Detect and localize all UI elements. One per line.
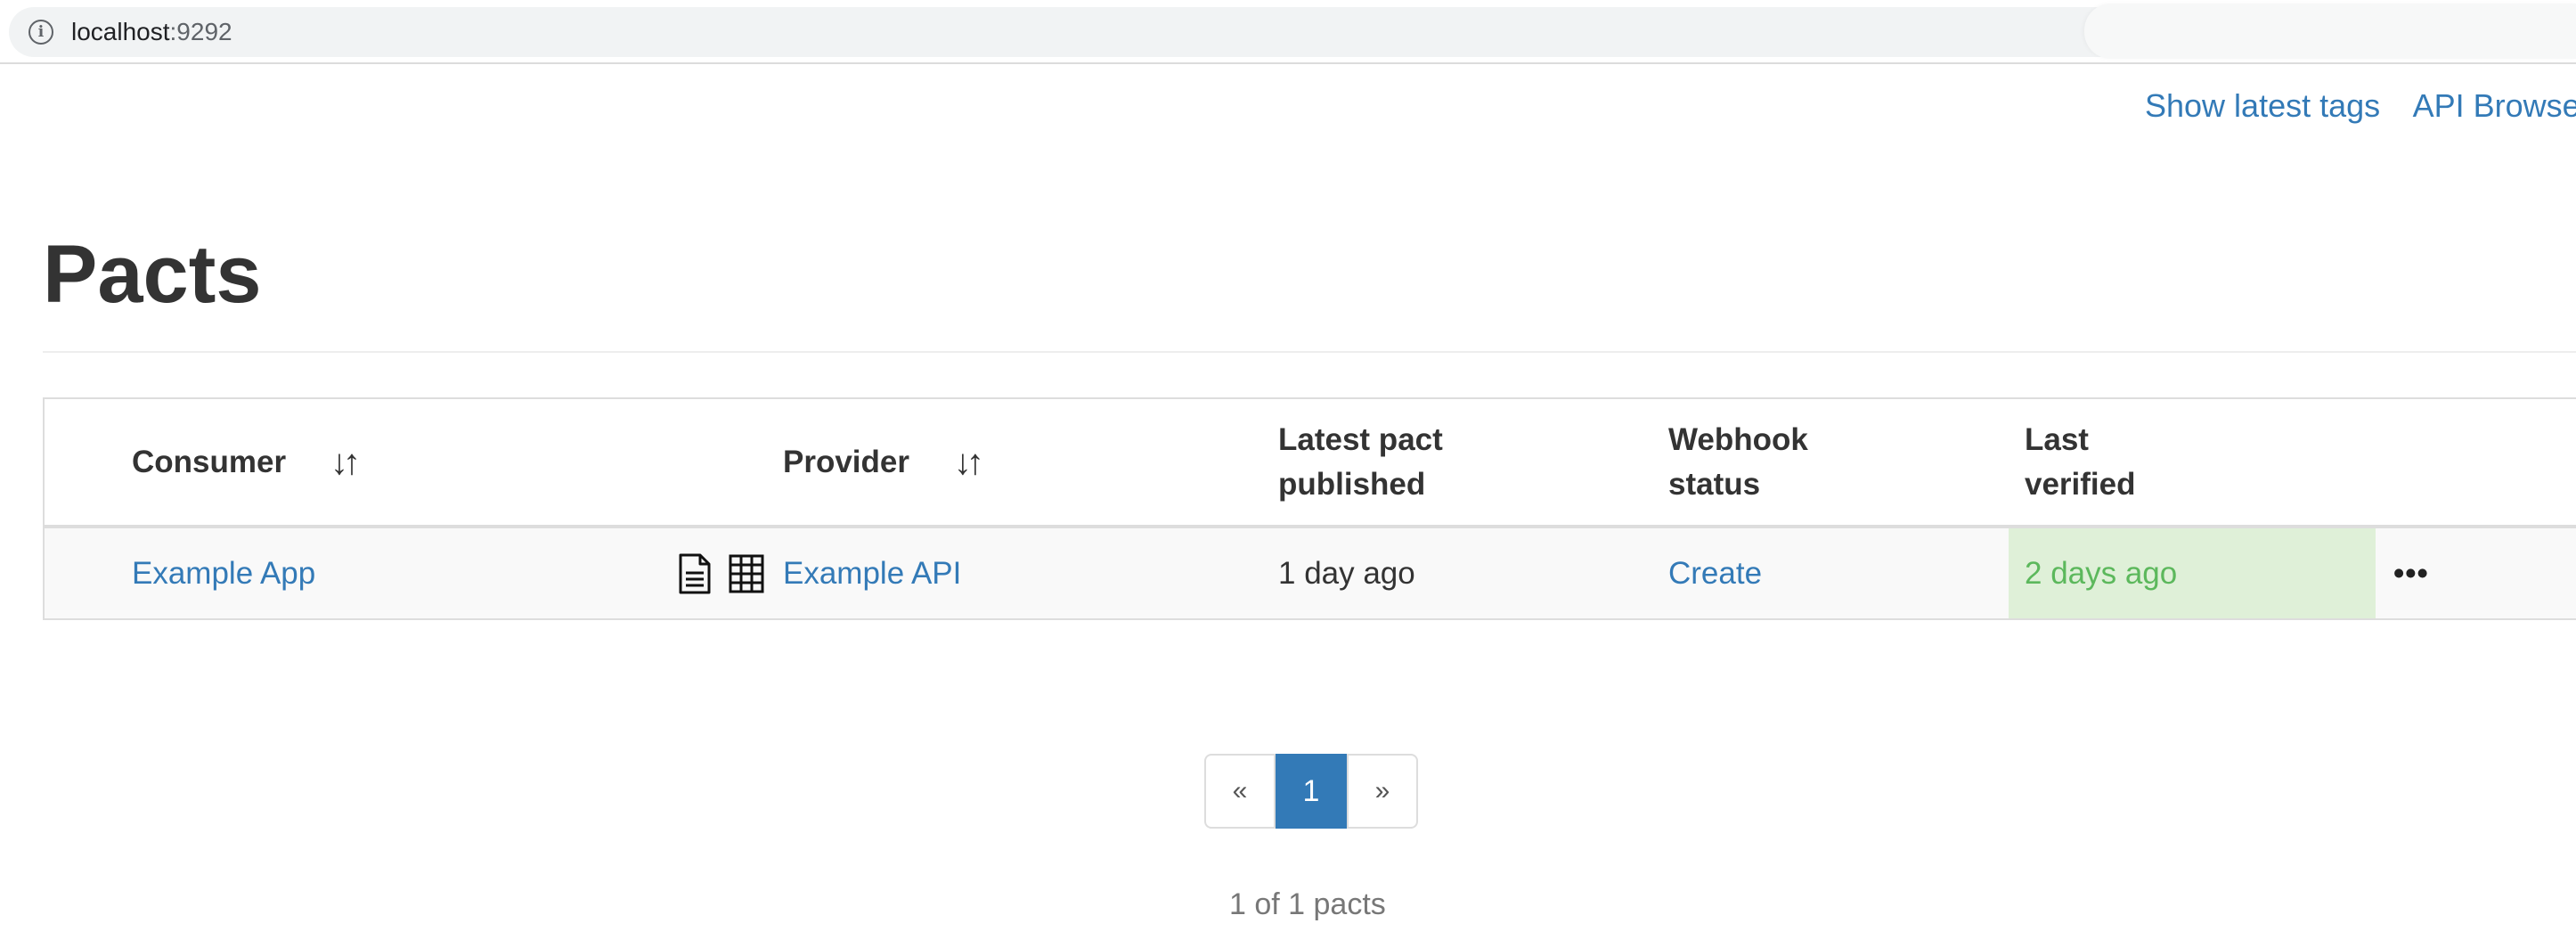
info-icon[interactable]: i — [29, 20, 53, 45]
table-header: Consumer ↓↑ Provider ↓↑ Latest pact publ… — [44, 398, 2576, 528]
pagination: « 1 » — [1204, 754, 1418, 829]
next-page-button[interactable]: » — [1347, 754, 1418, 829]
last-verified-cell[interactable]: 2 days ago — [2009, 527, 2376, 619]
header-latest-line1: Latest pact — [1278, 421, 1443, 457]
title-divider — [43, 351, 2576, 353]
table-body: Example App Example API 1 day ago Create… — [44, 527, 2576, 619]
document-icon[interactable] — [677, 553, 713, 594]
header-webhook-status: Webhook status — [1668, 398, 2009, 528]
page-title: Pacts — [43, 229, 262, 320]
show-latest-tags-link[interactable]: Show latest tags — [2145, 87, 2380, 124]
header-actions — [2376, 398, 2576, 528]
header-verified-line2: verified — [2025, 466, 2136, 502]
header-provider-label: Provider — [783, 444, 909, 479]
provider-link[interactable]: Example API — [783, 556, 961, 591]
matrix-icon[interactable] — [729, 554, 764, 593]
header-provider[interactable]: Provider ↓↑ — [783, 398, 1278, 528]
latest-published-cell: 1 day ago — [1278, 527, 1668, 619]
provider-cell: Example API — [783, 527, 1278, 619]
pact-icons — [677, 553, 764, 594]
header-row: Consumer ↓↑ Provider ↓↑ Latest pact publ… — [44, 398, 2576, 528]
top-navigation: Show latest tags API Browser — [2145, 87, 2576, 125]
url-port: :9292 — [169, 18, 232, 45]
header-consumer[interactable]: Consumer ↓↑ — [44, 398, 783, 528]
sort-icon[interactable]: ↓↑ — [330, 440, 361, 485]
url-host: localhost — [71, 18, 170, 45]
pacts-table: Consumer ↓↑ Provider ↓↑ Latest pact publ… — [43, 397, 2576, 620]
consumer-cell: Example App — [44, 527, 783, 619]
header-webhook-line1: Webhook — [1668, 421, 1808, 457]
pagination-summary: 1 of 1 pacts — [1229, 887, 1386, 921]
browser-toolbar: i localhost:9292 — [0, 0, 2576, 64]
header-verified-line1: Last — [2025, 421, 2089, 457]
header-last-verified: Last verified — [2009, 398, 2376, 528]
table-row: Example App Example API 1 day ago Create… — [44, 527, 2576, 619]
webhook-status-cell: Create — [1668, 527, 2009, 619]
consumer-link[interactable]: Example App — [132, 556, 315, 591]
more-icon[interactable]: ••• — [2376, 527, 2576, 619]
create-webhook-link[interactable]: Create — [1668, 556, 1762, 591]
header-webhook-line2: status — [1668, 466, 1761, 502]
header-consumer-label: Consumer — [132, 444, 287, 479]
previous-page-button[interactable]: « — [1204, 754, 1276, 829]
header-latest-pact-published: Latest pact published — [1278, 398, 1668, 528]
api-browser-link[interactable]: API Browser — [2413, 87, 2576, 124]
page-1-button[interactable]: 1 — [1276, 754, 1347, 829]
toolbar-extension-area — [2084, 4, 2576, 59]
sort-icon[interactable]: ↓↑ — [954, 440, 984, 485]
header-latest-line2: published — [1278, 466, 1426, 502]
